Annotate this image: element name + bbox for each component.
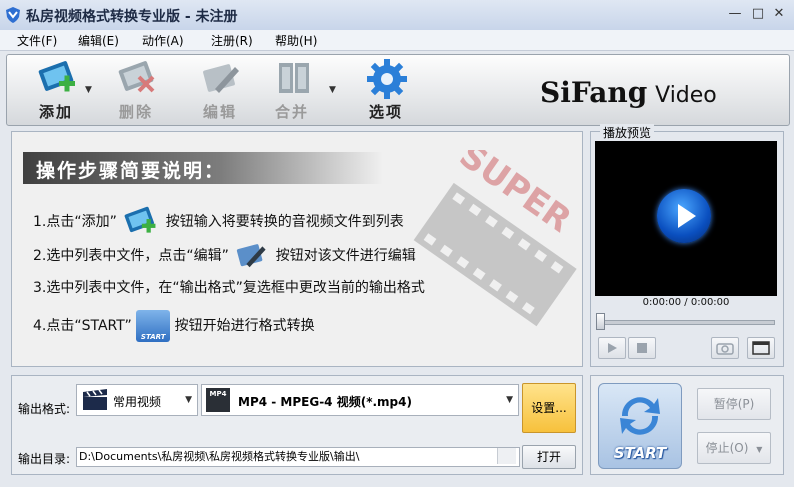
category-value: 常用视频 [113, 395, 162, 409]
output-dir-label: 输出目录: [18, 452, 71, 466]
seek-handle[interactable] [596, 313, 605, 330]
menu-register[interactable]: 注册(R) [211, 32, 253, 49]
format-value: MP4 - MPEG-4 视频(*.mp4) [238, 395, 412, 409]
chevron-down-icon: ▼ [756, 445, 763, 454]
play-icon [608, 343, 617, 353]
gear-icon [367, 59, 407, 99]
menu-action[interactable]: 动作(A) [142, 32, 184, 49]
edit-button[interactable]: 编辑 [185, 55, 255, 123]
playback-time: 0:00:00 / 0:00:00 [642, 297, 730, 308]
merge-film-icon [279, 63, 309, 93]
snapshot-button[interactable] [711, 337, 739, 359]
category-select[interactable]: 常用视频 ▼ [76, 384, 198, 416]
start-button[interactable]: START [598, 383, 682, 469]
edit-pen-icon [237, 244, 266, 268]
merge-dropdown-arrow[interactable]: ▼ [329, 85, 336, 95]
add-film-icon [124, 206, 156, 233]
play-icon [678, 204, 696, 228]
start-icon-text: START [140, 333, 166, 341]
add-button[interactable]: 添加 [21, 55, 91, 123]
edit-pen-icon [203, 64, 239, 93]
menu-help[interactable]: 帮助(H) [275, 32, 317, 49]
chevron-down-icon: ▼ [506, 395, 513, 405]
maximize-button[interactable]: □ [750, 6, 766, 22]
mp4-icon-text: MP4 [209, 390, 227, 398]
stop-label: 停止(O) [705, 441, 749, 455]
close-button[interactable]: ✕ [771, 6, 787, 22]
brand-name: SiFang [540, 76, 648, 109]
step-2-text-b: 按钮对该文件进行编辑 [275, 248, 416, 264]
step-2: 2.选中列表中文件，点击“编辑” 按钮对该文件进行编辑 [33, 240, 416, 272]
convert-arrows-icon [620, 397, 660, 435]
browse-button[interactable] [497, 448, 516, 464]
delete-film-icon [118, 61, 155, 93]
instructions-title: 操作步骤简要说明： [36, 160, 226, 182]
brand-suffix: Video [655, 83, 717, 108]
camera-icon [716, 343, 734, 355]
mp4-format-icon: MP4 [206, 388, 230, 412]
merge-button[interactable]: 合并 [257, 55, 327, 123]
output-format-label: 输出格式: [18, 402, 71, 416]
step-1: 1.点击“添加” 按钮输入将要转换的音视频文件到列表 [33, 205, 404, 239]
preview-play-button[interactable] [598, 337, 626, 359]
play-button[interactable] [657, 189, 711, 243]
app-shield-icon [6, 7, 20, 23]
settings-button[interactable]: 设置... [522, 383, 576, 433]
step-4-text-a: 4.点击“START” [33, 318, 132, 334]
options-label: 选项 [368, 103, 403, 121]
fullscreen-icon [752, 341, 770, 355]
step-4-text-b: 按钮开始进行格式转换 [174, 318, 315, 334]
start-convert-icon: START [136, 310, 171, 342]
step-1-text-a: 1.点击“添加” [33, 214, 117, 230]
step-4: 4.点击“START” START 按钮开始进行格式转换 [33, 310, 315, 342]
preview-label: 播放预览 [600, 124, 655, 141]
clapperboard-icon [83, 389, 107, 410]
menu-edit[interactable]: 编辑(E) [78, 32, 119, 49]
step-3: 3.选中列表中文件，在“输出格式”复选框中更改当前的输出格式 [33, 280, 425, 296]
chevron-down-icon: ▼ [185, 395, 192, 405]
output-dir-field[interactable]: D:\Documents\私房视频\私房视频格式转换专业版\输出\ [76, 447, 520, 467]
delete-label: 删除 [118, 103, 153, 121]
window-title: 私房视频格式转换专业版 - 未注册 [26, 9, 238, 25]
pause-button[interactable]: 暂停(P) [697, 388, 771, 420]
fullscreen-button[interactable] [747, 337, 775, 359]
preview-stop-button[interactable] [628, 337, 656, 359]
format-select[interactable]: MP4 MP4 - MPEG-4 视频(*.mp4) ▼ [201, 384, 519, 416]
seek-bar[interactable] [596, 320, 775, 325]
add-dropdown-arrow[interactable]: ▼ [85, 85, 92, 95]
add-film-icon [38, 61, 75, 92]
edit-label: 编辑 [202, 103, 237, 121]
step-1-text-b: 按钮输入将要转换的音视频文件到列表 [165, 214, 404, 230]
brand-logo: SiFang Video [540, 76, 717, 109]
stop-icon [637, 343, 647, 353]
minimize-button[interactable]: — [727, 6, 743, 22]
step-2-text-a: 2.选中列表中文件，点击“编辑” [33, 248, 229, 264]
merge-label: 合并 [274, 103, 309, 121]
stop-button[interactable]: 停止(O) ▼ [697, 432, 771, 464]
delete-button[interactable]: 删除 [101, 55, 171, 123]
open-folder-button[interactable]: 打开 [522, 445, 576, 469]
menu-bar [0, 30, 794, 51]
add-label: 添加 [38, 103, 73, 121]
options-button[interactable]: 选项 [351, 55, 421, 123]
menu-file[interactable]: 文件(F) [17, 32, 57, 49]
start-label: START [613, 444, 667, 462]
